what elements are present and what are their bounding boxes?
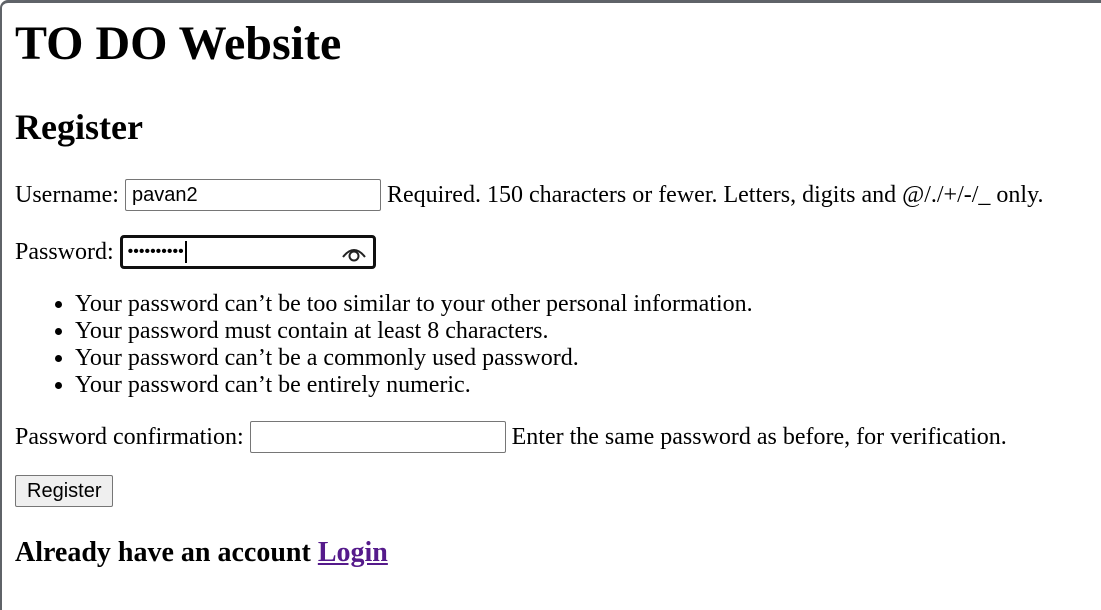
password-rule: Your password can’t be a commonly used p…	[75, 345, 1101, 372]
login-prompt: Already have an account Login	[15, 533, 1101, 573]
confirm-label: Password confirmation:	[15, 424, 244, 450]
username-help-text: Required. 150 characters or fewer. Lette…	[386, 182, 1044, 208]
username-row: Username: pavan2 Required. 150 character…	[15, 179, 1101, 211]
password-row: Password: ••••••••••	[15, 235, 1101, 269]
form-title: Register	[15, 107, 143, 147]
page-content: TO DO Website Register Username: pavan2 …	[2, 16, 1101, 573]
password-rule: Your password can’t be entirely numeric.	[75, 372, 1101, 399]
password-label: Password:	[15, 239, 114, 265]
login-prompt-text: Already have an account	[15, 537, 311, 568]
password-confirmation-input[interactable]	[249, 421, 506, 453]
password-rule: Your password can’t be too similar to yo…	[75, 291, 1101, 318]
username-value: pavan2	[131, 184, 198, 206]
password-rules-list: Your password can’t be too similar to yo…	[15, 291, 1101, 399]
register-form: Username: pavan2 Required. 150 character…	[15, 179, 1101, 507]
site-title: TO DO Website	[15, 17, 342, 70]
password-input[interactable]: ••••••••••	[119, 235, 376, 269]
register-button[interactable]: Register	[15, 475, 114, 507]
confirm-row: Password confirmation: Enter the same pa…	[15, 421, 1101, 453]
username-input[interactable]: pavan2	[124, 179, 381, 211]
eye-icon[interactable]	[341, 242, 367, 262]
login-link[interactable]: Login	[318, 537, 388, 568]
browser-viewport: TO DO Website Register Username: pavan2 …	[0, 0, 1101, 610]
username-label: Username:	[15, 182, 119, 208]
text-caret	[184, 241, 187, 263]
confirm-help-text: Enter the same password as before, for v…	[511, 424, 1007, 450]
password-masked-value: ••••••••••	[128, 236, 187, 268]
password-rule: Your password must contain at least 8 ch…	[75, 318, 1101, 345]
